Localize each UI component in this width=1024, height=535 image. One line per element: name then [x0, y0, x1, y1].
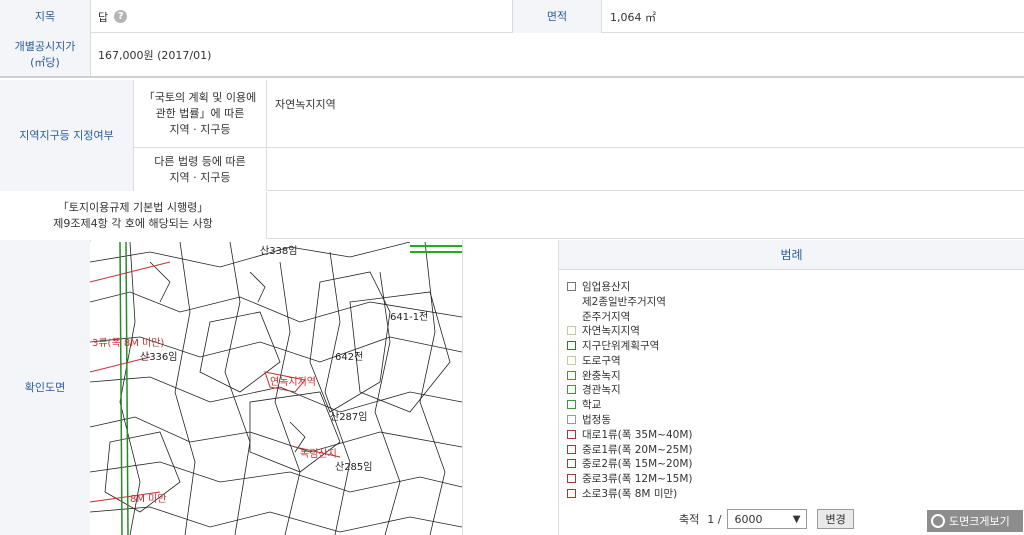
scale-prefix: 1 /	[707, 512, 722, 526]
map-label-text: 산336임	[140, 350, 178, 363]
legend-item-label: 지구단위계획구역	[582, 340, 660, 353]
legend-item: 대로1류(폭 35M~40M)	[567, 427, 847, 442]
legend-title: 범례	[559, 240, 1024, 270]
legend-item-label: 임업용산지	[582, 280, 631, 293]
legend-item-label: 소로3류(폭 8M 미만)	[582, 488, 678, 501]
cadastral-map[interactable]: 산338임 641-1전 642전 산336임 산287임 산285임 3류(폭…	[90, 242, 462, 535]
scale-label: 축적	[679, 513, 700, 526]
legend-swatch	[567, 459, 576, 469]
chevron-down-icon: ▼	[792, 513, 801, 525]
legend-swatch	[567, 296, 576, 306]
legend-item: 자연녹지지역	[567, 323, 847, 338]
enlarge-map-button[interactable]: 도면크게보기	[927, 510, 1023, 532]
map-label-text: 산338임	[260, 244, 298, 257]
legend-item: 경관녹지	[567, 383, 847, 398]
legend-swatch	[567, 355, 576, 365]
legend-panel: 범례 임업용산지제2종일반주거지역준주거지역자연녹지지역지구단위계획구역 도로구역…	[558, 240, 1024, 535]
scale-select-value: 6000	[734, 512, 763, 526]
legend-swatch	[567, 311, 576, 321]
legend-swatch	[567, 444, 576, 454]
zone-sub2-label: 다른 법령 등에 따른 지역 · 지구등	[134, 148, 266, 191]
area-label: 면적	[513, 0, 601, 33]
map-label-text: 3류(폭 8M 미만)	[92, 337, 164, 349]
legend-item-label: 학교	[582, 399, 602, 412]
legend-item: 제2종일반주거지역	[567, 294, 847, 309]
legend-swatch	[567, 385, 576, 395]
scale-select[interactable]: 6000 ▼	[727, 509, 808, 529]
legend-item: 임업용산지	[567, 279, 847, 294]
legend-item: 도로구역	[567, 353, 847, 368]
enlarge-map-label: 도면크게보기	[949, 515, 1010, 528]
legend-swatch	[567, 489, 576, 499]
legend-item-label: 중로3류(폭 12M~15M)	[582, 473, 693, 486]
jimok-label: 지목	[0, 0, 90, 33]
legend-swatch	[567, 415, 576, 425]
jimok-value: 답	[98, 10, 109, 24]
rule-label: 「토지이용규제 기본법 시행령」 제9조제4항 각 호에 해당되는 사항	[0, 192, 266, 239]
legend-item: 중로3류(폭 12M~15M)	[567, 471, 847, 486]
map-label-text: 산285임	[335, 460, 373, 473]
scale-control: 축적 1 / 6000 ▼ 변경	[679, 509, 854, 529]
legend-swatch	[567, 429, 576, 439]
map-label-text: 녹림산지	[300, 448, 337, 460]
legend-swatch	[567, 400, 576, 410]
map-label-text: 연녹지지역	[270, 376, 316, 388]
legend-swatch	[567, 370, 576, 380]
legend-item-label: 경관녹지	[582, 384, 621, 397]
map-label-text: 641-1전	[390, 311, 428, 323]
area-value: 1,064 ㎡	[610, 10, 656, 24]
map-label-text: 642전	[335, 351, 363, 363]
legend-item-label: 법정동	[582, 414, 611, 427]
map-label: 확인도면	[0, 240, 90, 535]
legend-item: 준주거지역	[567, 309, 847, 324]
price-label: 개별공시지가 (㎡당)	[0, 33, 90, 76]
legend-item: 중로1류(폭 20M~25M)	[567, 442, 847, 457]
map-drawing: 산338임 641-1전 642전 산336임 산287임 산285임 3류(폭…	[90, 242, 462, 535]
legend-item: 완충녹지	[567, 368, 847, 383]
legend-swatch	[567, 474, 576, 484]
map-label-text: 산287임	[330, 410, 368, 423]
legend-list[interactable]: 임업용산지제2종일반주거지역준주거지역자연녹지지역지구단위계획구역 도로구역완충녹…	[567, 279, 847, 501]
legend-item-label: 완충녹지	[582, 369, 621, 382]
map-label-text: 8M 미만	[130, 493, 167, 505]
magnifier-icon	[931, 514, 945, 528]
zone-sub1-label: 「국토의 계획 및 이용에 관한 법률」에 따른 지역 · 지구등	[134, 80, 266, 147]
legend-item: 중로2류(폭 15M~20M)	[567, 457, 847, 472]
change-scale-button[interactable]: 변경	[817, 509, 854, 529]
help-icon[interactable]: ?	[114, 10, 128, 23]
legend-item-label: 중로2류(폭 15M~20M)	[582, 458, 693, 471]
row-rule: 「토지이용규제 기본법 시행령」 제9조제4항 각 호에 해당되는 사항	[0, 192, 1024, 239]
legend-item-label: 대로1류(폭 35M~40M)	[582, 428, 693, 441]
legend-item: 지구단위계획구역	[567, 338, 847, 353]
legend-swatch	[567, 281, 576, 291]
legend-swatch	[567, 341, 576, 351]
legend-item-label: 중로1류(폭 20M~25M)	[582, 443, 693, 456]
legend-item: 학교	[567, 397, 847, 412]
legend-item: 소로3류(폭 8M 미만)	[567, 486, 847, 501]
row-zone: 지역지구등 지정여부 「국토의 계획 및 이용에 관한 법률」에 따른 지역 ·…	[0, 80, 1024, 191]
legend-item-label: 제2종일반주거지역	[582, 295, 666, 308]
legend-item-label: 자연녹지지역	[582, 325, 640, 338]
row-price: 개별공시지가 (㎡당) 167,000원 (2017/01)	[0, 33, 1024, 78]
zone-sub1-value: 자연녹지지역	[275, 98, 336, 111]
jimok-value-cell: 답 ?	[98, 0, 128, 33]
legend-swatch	[567, 326, 576, 336]
legend-item-label: 도로구역	[582, 354, 621, 367]
legend-item: 법정동	[567, 412, 847, 427]
row-jimok: 지목 답 ? 면적 1,064 ㎡	[0, 0, 1024, 33]
zone-label: 지역지구등 지정여부	[0, 80, 133, 191]
legend-item-label: 준주거지역	[582, 310, 631, 323]
price-value: 167,000원 (2017/01)	[98, 48, 212, 62]
